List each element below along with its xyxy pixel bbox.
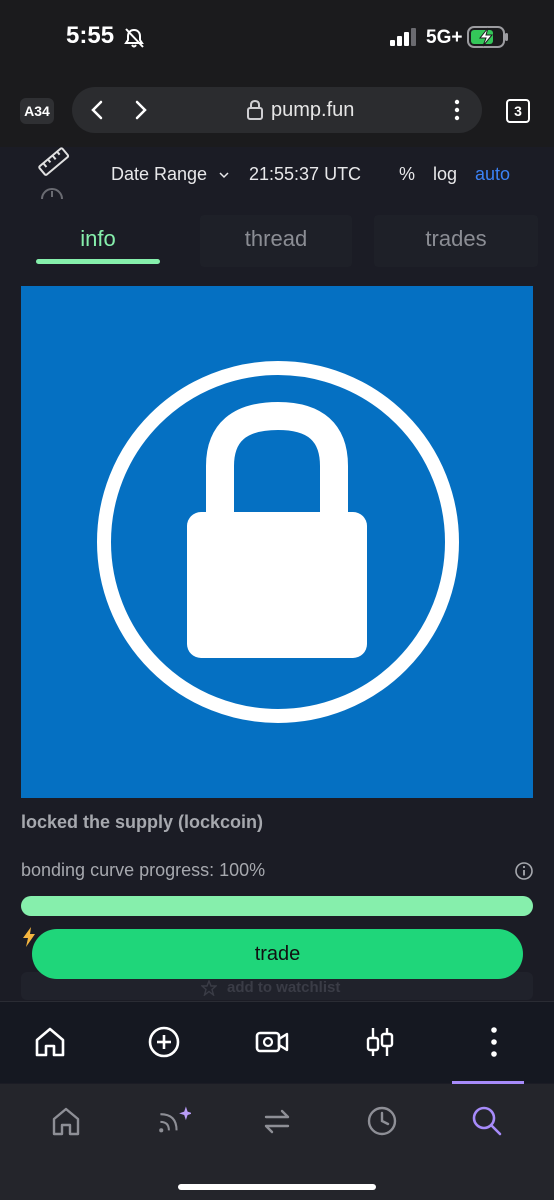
progress-fill xyxy=(21,896,533,916)
chart-toolbar: Date Range 21:55:37 UTC % log auto xyxy=(0,147,554,203)
utc-clock: 21:55:37 UTC xyxy=(249,164,362,184)
status-bar: 5:55 5G+ xyxy=(0,0,554,75)
bonding-curve-label: bonding curve progress: 100% xyxy=(21,860,266,880)
more-vertical-icon[interactable] xyxy=(450,97,464,123)
plus-circle-icon[interactable] xyxy=(146,1024,182,1060)
browser-toolbar: A34 pump.fun xyxy=(0,75,554,147)
star-icon xyxy=(201,980,217,996)
padlock-circle-icon xyxy=(97,361,459,723)
auto-toggle[interactable]: auto xyxy=(475,164,510,185)
tab-thread[interactable]: thread xyxy=(200,215,352,267)
url-text: pump.fun xyxy=(271,99,355,121)
search-icon[interactable] xyxy=(470,1104,504,1138)
log-toggle[interactable]: log xyxy=(433,164,457,185)
feed-sparkle-icon[interactable] xyxy=(157,1104,191,1138)
home-icon[interactable] xyxy=(49,1104,83,1138)
candlestick-icon[interactable] xyxy=(362,1024,398,1060)
browser-bottom-nav xyxy=(0,1084,554,1200)
bell-muted-icon xyxy=(124,28,144,48)
history-icon[interactable] xyxy=(365,1104,399,1138)
zoom-icon[interactable] xyxy=(40,187,64,199)
status-time: 5:55 xyxy=(66,22,115,49)
home-indicator xyxy=(178,1184,376,1190)
info-icon[interactable] xyxy=(514,861,534,881)
chevron-down-icon xyxy=(219,172,229,179)
active-tab-indicator xyxy=(36,259,160,264)
forward-arrow-icon[interactable] xyxy=(130,98,152,122)
home-icon[interactable] xyxy=(32,1024,68,1060)
profile-badge[interactable]: A34 xyxy=(20,98,54,124)
watchlist-label: add to watchlist xyxy=(227,979,341,996)
tab-trades[interactable]: trades xyxy=(374,215,538,267)
swap-icon[interactable] xyxy=(260,1104,294,1138)
video-icon[interactable] xyxy=(254,1024,290,1060)
trade-button[interactable]: trade xyxy=(32,929,523,979)
content-tabs: info thread trades xyxy=(20,215,538,267)
battery-charging-icon xyxy=(467,26,508,48)
address-bar[interactable]: pump.fun xyxy=(72,87,482,133)
app-bottom-nav xyxy=(0,1001,554,1083)
date-range-dropdown[interactable]: Date Range xyxy=(111,164,207,185)
more-vertical-icon[interactable] xyxy=(476,1024,512,1060)
coin-name: locked the supply (lockcoin) xyxy=(21,812,264,832)
back-arrow-icon[interactable] xyxy=(86,98,108,122)
coin-image xyxy=(21,286,533,798)
network-label: 5G+ xyxy=(426,27,463,48)
percent-toggle[interactable]: % xyxy=(399,164,415,185)
cellular-signal-icon xyxy=(390,28,416,46)
lock-icon xyxy=(247,99,263,120)
bonding-curve-progress-bar xyxy=(21,896,533,916)
tabs-count-button[interactable]: 3 xyxy=(506,99,530,123)
ruler-icon[interactable] xyxy=(36,147,72,177)
